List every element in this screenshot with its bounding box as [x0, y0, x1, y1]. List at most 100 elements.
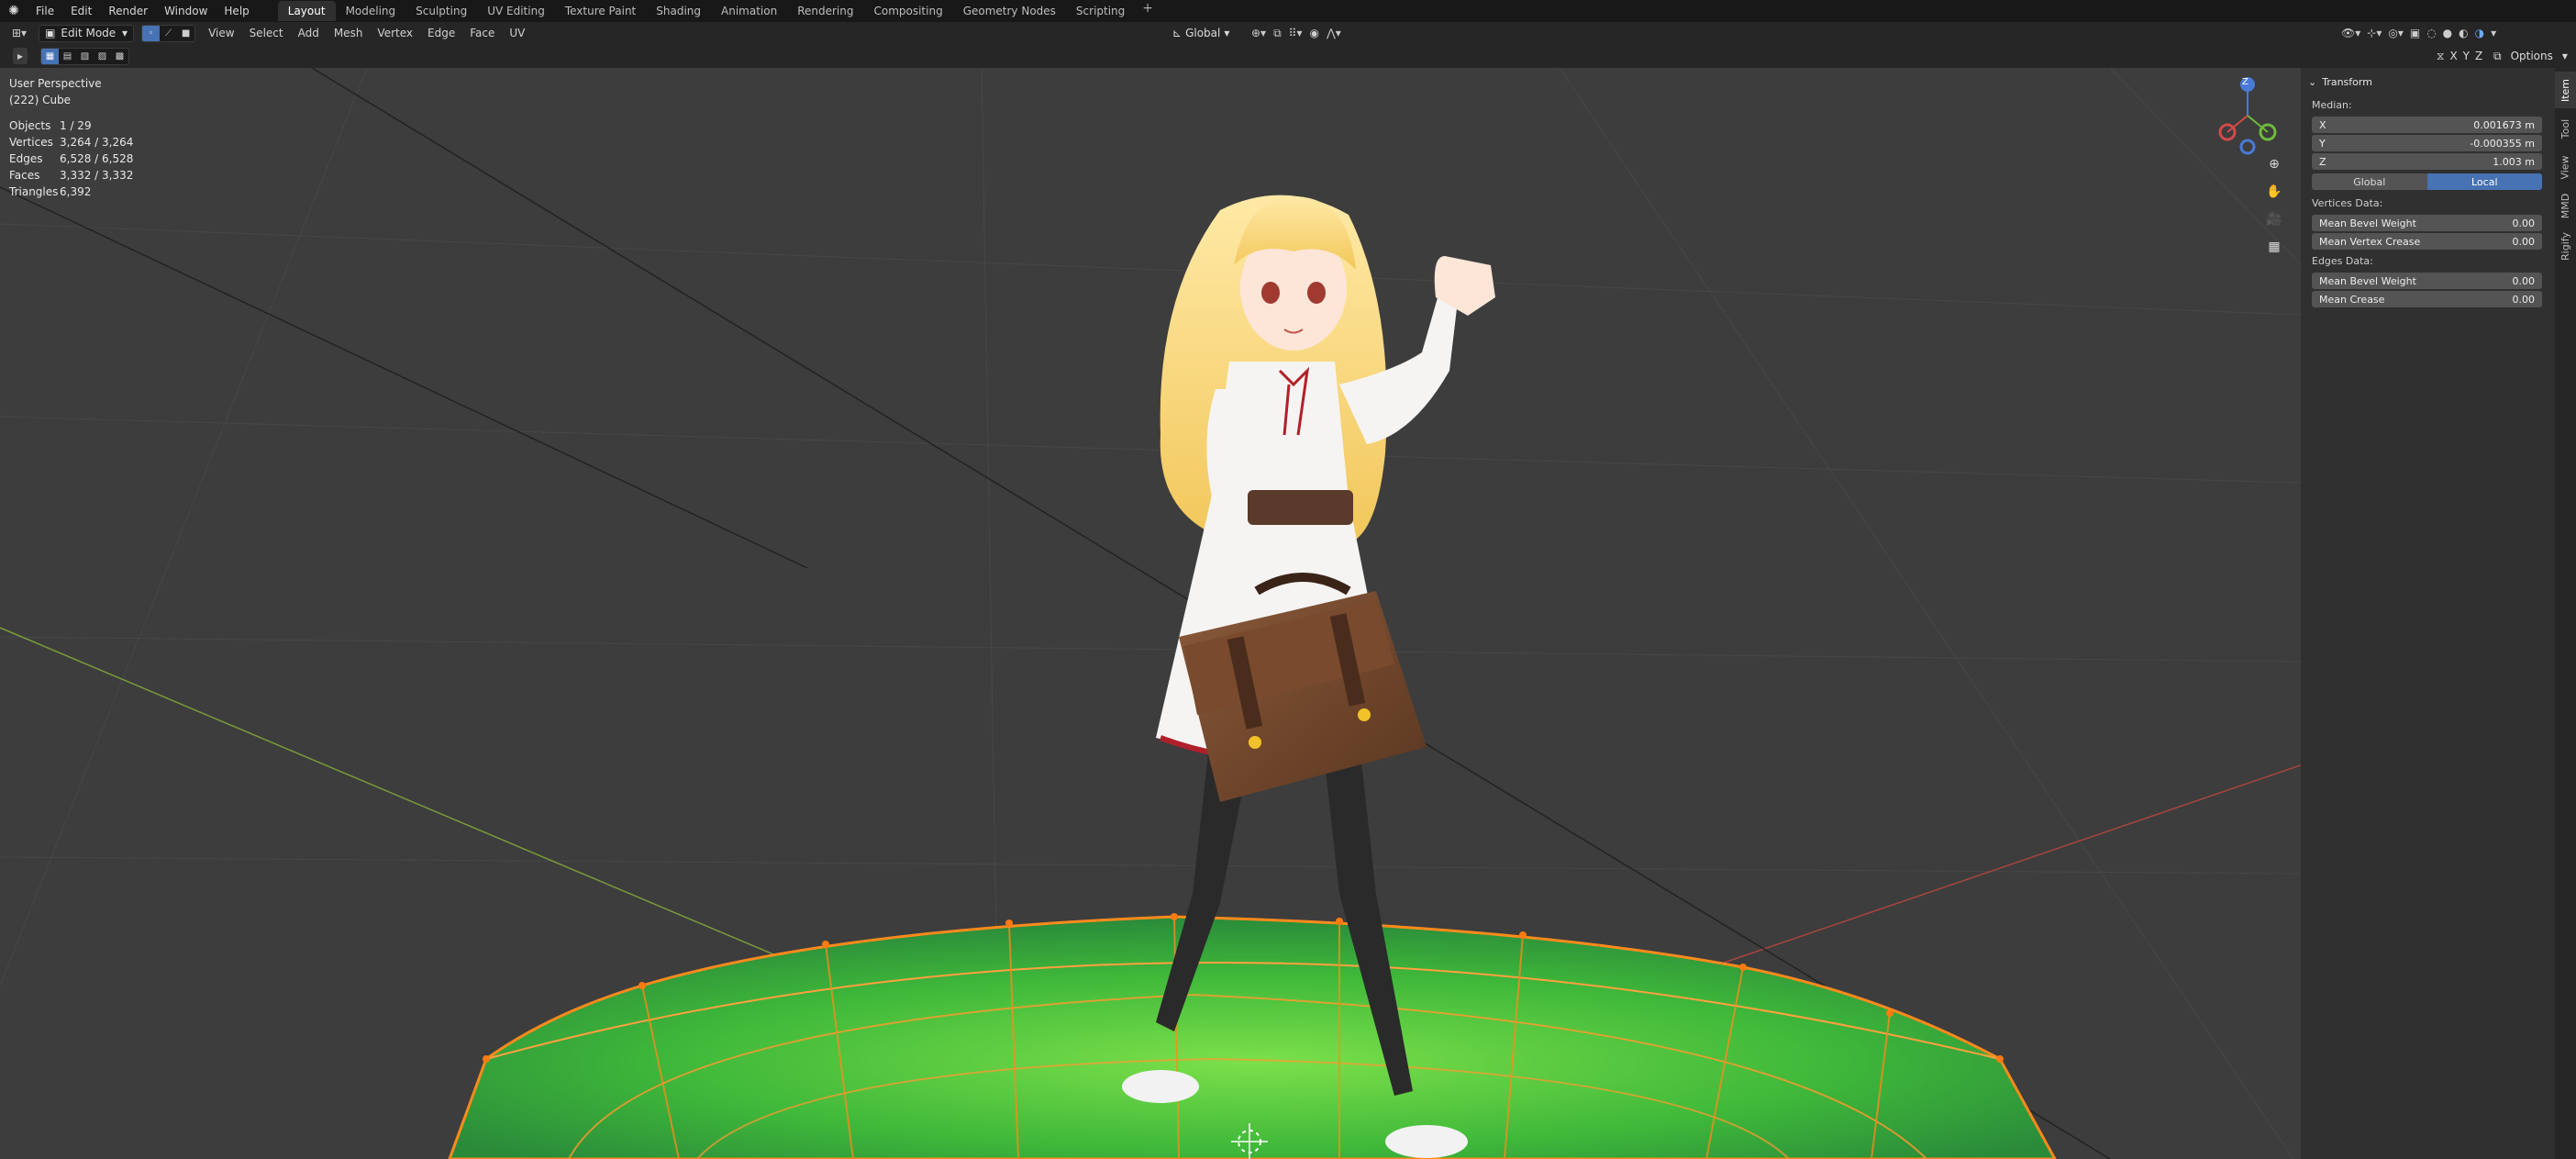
chevron-down-icon: ▾ [1224, 27, 1230, 39]
edge-select-icon[interactable]: ⟋ [160, 26, 177, 41]
median-label: Median: [2312, 99, 2352, 111]
mode-dropdown[interactable]: ▣ Edit Mode ▾ [39, 24, 135, 42]
shading-material-icon[interactable]: ◐ [2459, 27, 2468, 39]
snap-target-icon[interactable]: ⠿▾ [1289, 27, 1303, 39]
menu-edge[interactable]: Edge [420, 27, 462, 39]
overlay-toggle-icon[interactable]: ◎▾ [2388, 27, 2404, 39]
mean-crease-field[interactable]: Mean Crease 0.00 [2312, 291, 2542, 307]
tool-settings-row: ▸ ▦ ▤ ▧ ▨ ▩ ⧖ X Y Z ⧉ Options ▾ [0, 44, 2576, 68]
menu-mesh[interactable]: Mesh [327, 27, 371, 39]
face-select-icon[interactable]: ■ [177, 26, 194, 41]
menu-view[interactable]: View [201, 27, 241, 39]
tab-uv-editing[interactable]: UV Editing [477, 1, 555, 21]
tab-item[interactable]: Item [2555, 72, 2576, 108]
menu-select[interactable]: Select [242, 27, 291, 39]
mean-vertex-crease-field[interactable]: Mean Vertex Crease 0.00 [2312, 233, 2542, 250]
shading-wireframe-icon[interactable]: ◌ [2426, 27, 2436, 39]
chevron-down-icon: ▾ [122, 27, 128, 39]
menu-face[interactable]: Face [462, 27, 502, 39]
select-invert-icon[interactable]: ▨ [94, 49, 111, 64]
transform-panel-header[interactable]: ⌄ Transform [2301, 68, 2555, 95]
zoom-icon[interactable]: ⊕ [2262, 152, 2286, 176]
menu-edit[interactable]: Edit [62, 5, 100, 17]
scene-canvas[interactable] [0, 68, 2555, 1159]
3d-viewport[interactable]: User Perspective (222) Cube Objects 1 / 2… [0, 68, 2555, 1159]
navigation-gizmo[interactable] [2218, 77, 2277, 155]
select-extend-icon[interactable]: ▤ [59, 49, 76, 64]
transform-orientation[interactable]: ⊾ Global ▾ [1172, 27, 1229, 39]
add-workspace-button[interactable]: + [1135, 1, 1160, 21]
mirror-z-button[interactable]: Z [2475, 50, 2482, 62]
select-mode-toggle: ◦ ⟋ ■ [141, 24, 196, 42]
global-button[interactable]: Global [2312, 173, 2427, 190]
menu-add[interactable]: Add [291, 27, 327, 39]
options-button[interactable]: Options [2511, 50, 2553, 62]
gizmo-toggle-icon[interactable]: ⊹▾ [2367, 27, 2382, 39]
tab-rendering[interactable]: Rendering [787, 1, 863, 21]
camera-view-icon[interactable]: 🎥 [2262, 207, 2286, 231]
mirror-y-button[interactable]: Y [2463, 50, 2470, 62]
falloff-icon[interactable]: ⋀▾ [1327, 27, 1341, 39]
tab-layout[interactable]: Layout [277, 1, 336, 21]
mirror-icon: ⧖ [2437, 49, 2445, 62]
tab-geometry-nodes[interactable]: Geometry Nodes [953, 1, 1066, 21]
xray-toggle-icon[interactable]: ▣ [2410, 27, 2420, 39]
tab-sculpting[interactable]: Sculpting [405, 1, 477, 21]
tab-mmd[interactable]: MMD [2555, 187, 2576, 224]
tab-animation[interactable]: Animation [711, 1, 787, 21]
viewport-header: ⊞▾ ▣ Edit Mode ▾ ◦ ⟋ ■ View Select Add M… [0, 22, 2576, 44]
chevron-down-icon[interactable]: ▾ [2562, 50, 2568, 62]
menu-render[interactable]: Render [100, 5, 156, 17]
menu-help[interactable]: Help [216, 5, 257, 17]
shading-solid-icon[interactable]: ● [2443, 27, 2452, 39]
stat-row: Objects 1 / 29 [9, 119, 92, 132]
edges-data-label: Edges Data: [2312, 255, 2373, 267]
panel-title: Transform [2322, 75, 2372, 88]
tab-texture-paint[interactable]: Texture Paint [555, 1, 646, 21]
median-y-field[interactable]: Y -0.000355 m [2312, 135, 2542, 151]
chevron-down-icon[interactable]: ▾ [2491, 27, 2496, 39]
pivot-icon[interactable]: ⊕▾ [1251, 27, 1266, 39]
active-tool-icon[interactable]: ▸ [13, 48, 28, 64]
select-intersect-icon[interactable]: ▩ [111, 49, 128, 64]
active-object-name: (222) Cube [9, 94, 72, 106]
stat-row: Faces 3,332 / 3,332 [9, 169, 134, 182]
blender-logo-icon[interactable]: ✺ [0, 4, 28, 18]
gizmo-neg-z-axis[interactable] [2239, 139, 2256, 155]
local-button[interactable]: Local [2426, 173, 2542, 190]
shading-rendered-icon[interactable]: ◑ [2475, 27, 2484, 39]
ortho-grid-icon[interactable]: ▦ [2262, 235, 2286, 259]
select-new-icon[interactable]: ▦ [41, 48, 60, 64]
editor-type-icon[interactable]: ⊞▾ [7, 25, 31, 41]
selection-mode-buttons: ▦ ▤ ▧ ▨ ▩ [40, 47, 130, 65]
menu-vertex[interactable]: Vertex [370, 27, 420, 39]
tab-modeling[interactable]: Modeling [336, 1, 406, 21]
tab-shading[interactable]: Shading [646, 1, 711, 21]
snap-icon[interactable]: ⧉ [1273, 27, 1282, 40]
top-menu-bar: ✺ File Edit Render Window Help Layout Mo… [0, 0, 2576, 22]
pan-hand-icon[interactable]: ✋ [2262, 180, 2286, 204]
proportional-edit-icon[interactable]: ◉ [1309, 27, 1318, 39]
chevron-down-icon: ⌄ [2308, 75, 2317, 88]
tab-rigify[interactable]: Rigify [2555, 226, 2576, 266]
mean-bevel-weight-edge-field[interactable]: Mean Bevel Weight 0.00 [2312, 273, 2542, 289]
tab-tool[interactable]: Tool [2555, 110, 2576, 147]
workspace-tabs: Layout Modeling Sculpting UV Editing Tex… [277, 1, 1160, 21]
menu-window[interactable]: Window [156, 5, 216, 17]
select-subtract-icon[interactable]: ▧ [76, 49, 94, 64]
tab-compositing[interactable]: Compositing [863, 1, 952, 21]
visibility-icon[interactable]: 👁▾ [2341, 27, 2360, 39]
menu-uv[interactable]: UV [502, 27, 532, 39]
orientation-icon: ⊾ [1172, 27, 1183, 39]
grass-platform [448, 913, 2057, 1159]
space-toggle: Global Local [2312, 173, 2542, 190]
tab-view[interactable]: View [2555, 149, 2576, 185]
vertex-select-icon[interactable]: ◦ [142, 25, 161, 41]
mean-bevel-weight-vertex-field[interactable]: Mean Bevel Weight 0.00 [2312, 215, 2542, 231]
menu-file[interactable]: File [28, 5, 62, 17]
median-x-field[interactable]: X 0.001673 m [2312, 117, 2542, 133]
mirror-x-button[interactable]: X [2449, 50, 2457, 62]
tab-scripting[interactable]: Scripting [1066, 1, 1135, 21]
median-z-field[interactable]: Z 1.003 m [2312, 153, 2542, 170]
auto-merge-icon[interactable]: ⧉ [2493, 50, 2502, 63]
